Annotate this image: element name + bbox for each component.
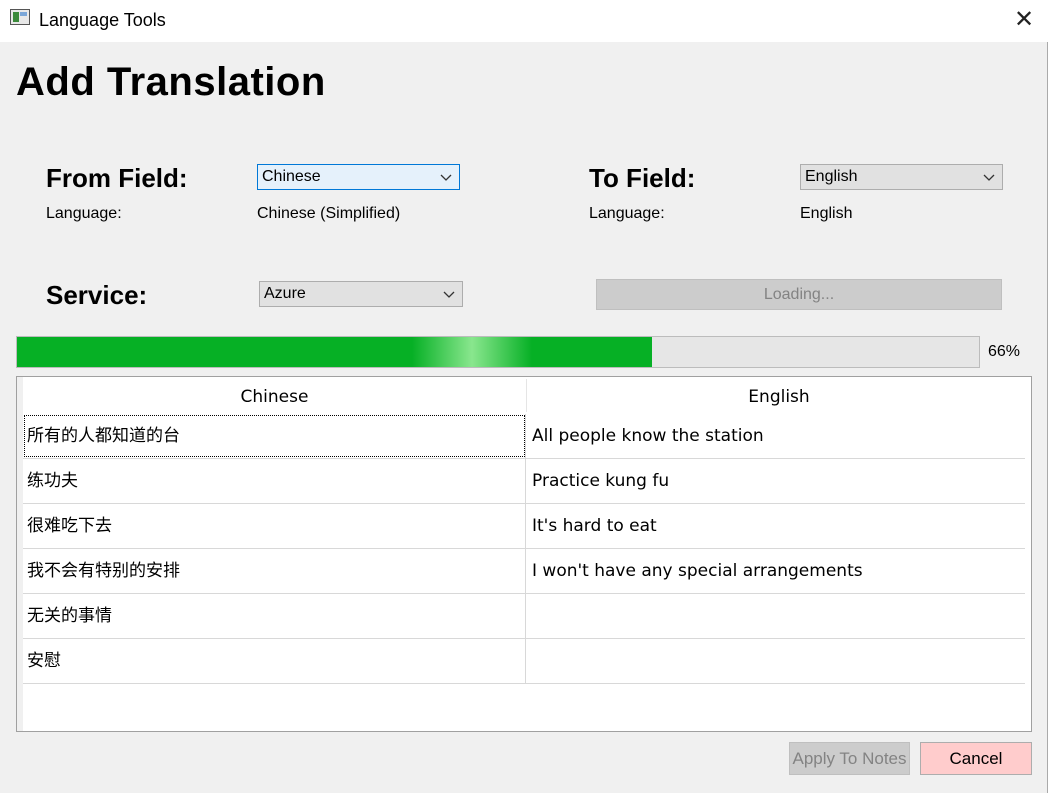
- service-select[interactable]: Azure: [259, 281, 463, 307]
- progress-fill: [17, 337, 652, 367]
- from-language-label: Language:: [46, 205, 122, 222]
- table-row[interactable]: 很难吃下去 It's hard to eat: [23, 504, 1025, 549]
- page-title: Add Translation: [16, 60, 326, 104]
- cancel-button[interactable]: Cancel: [920, 742, 1032, 775]
- cell-chinese[interactable]: 练功夫: [23, 459, 526, 503]
- table-row[interactable]: 所有的人都知道的台 All people know the station: [23, 414, 1025, 459]
- column-header-chinese[interactable]: Chinese: [23, 377, 526, 414]
- from-field-select[interactable]: Chinese: [257, 164, 460, 190]
- progress-percent: 66%: [988, 343, 1021, 360]
- to-language-value: English: [800, 205, 853, 222]
- cell-english[interactable]: Practice kung fu: [526, 459, 1025, 503]
- chevron-down-icon: [443, 291, 455, 298]
- service-select-value: Azure: [264, 285, 306, 302]
- cell-chinese[interactable]: 所有的人都知道的台: [23, 414, 526, 458]
- to-field-select[interactable]: English: [800, 164, 1003, 190]
- table-row[interactable]: 安慰: [23, 639, 1025, 684]
- from-field-select-value: Chinese: [262, 168, 321, 185]
- language-tools-window: Language Tools ✕ Add Translation From Fi…: [0, 0, 1048, 793]
- apply-to-notes-button[interactable]: Apply To Notes: [789, 742, 910, 775]
- table-header: Chinese English: [23, 377, 1031, 414]
- cell-chinese[interactable]: 无关的事情: [23, 594, 526, 638]
- column-header-english[interactable]: English: [527, 377, 1031, 414]
- table-row[interactable]: 练功夫 Practice kung fu: [23, 459, 1025, 504]
- translation-progress-bar: [16, 336, 980, 368]
- title-bar[interactable]: Language Tools ✕: [0, 0, 1048, 42]
- close-icon[interactable]: ✕: [1008, 5, 1040, 35]
- cell-chinese[interactable]: 安慰: [23, 639, 526, 683]
- loading-button[interactable]: Loading...: [596, 279, 1002, 310]
- cell-english[interactable]: All people know the station: [526, 414, 1025, 458]
- cell-english[interactable]: [526, 639, 1025, 683]
- from-language-value: Chinese (Simplified): [257, 205, 401, 222]
- window-title: Language Tools: [39, 10, 166, 30]
- from-field-label: From Field:: [46, 163, 188, 193]
- table-row[interactable]: 我不会有特别的安排 I won't have any special arrang…: [23, 549, 1025, 594]
- to-field-label: To Field:: [589, 163, 696, 193]
- translation-table[interactable]: Chinese English 所有的人都知道的台 All people know…: [16, 376, 1032, 732]
- app-window-icon: [10, 9, 30, 25]
- to-language-label: Language:: [589, 205, 665, 222]
- service-label: Service:: [46, 280, 148, 310]
- cell-chinese[interactable]: 很难吃下去: [23, 504, 526, 548]
- chevron-down-icon: [440, 174, 452, 181]
- cell-chinese[interactable]: 我不会有特别的安排: [23, 549, 526, 593]
- cell-english[interactable]: [526, 594, 1025, 638]
- to-field-select-value: English: [805, 168, 858, 185]
- progress-shine: [412, 337, 532, 367]
- table-row[interactable]: 无关的事情: [23, 594, 1025, 639]
- chevron-down-icon: [983, 174, 995, 181]
- cell-english[interactable]: I won't have any special arrangements: [526, 549, 1025, 593]
- cell-english[interactable]: It's hard to eat: [526, 504, 1025, 548]
